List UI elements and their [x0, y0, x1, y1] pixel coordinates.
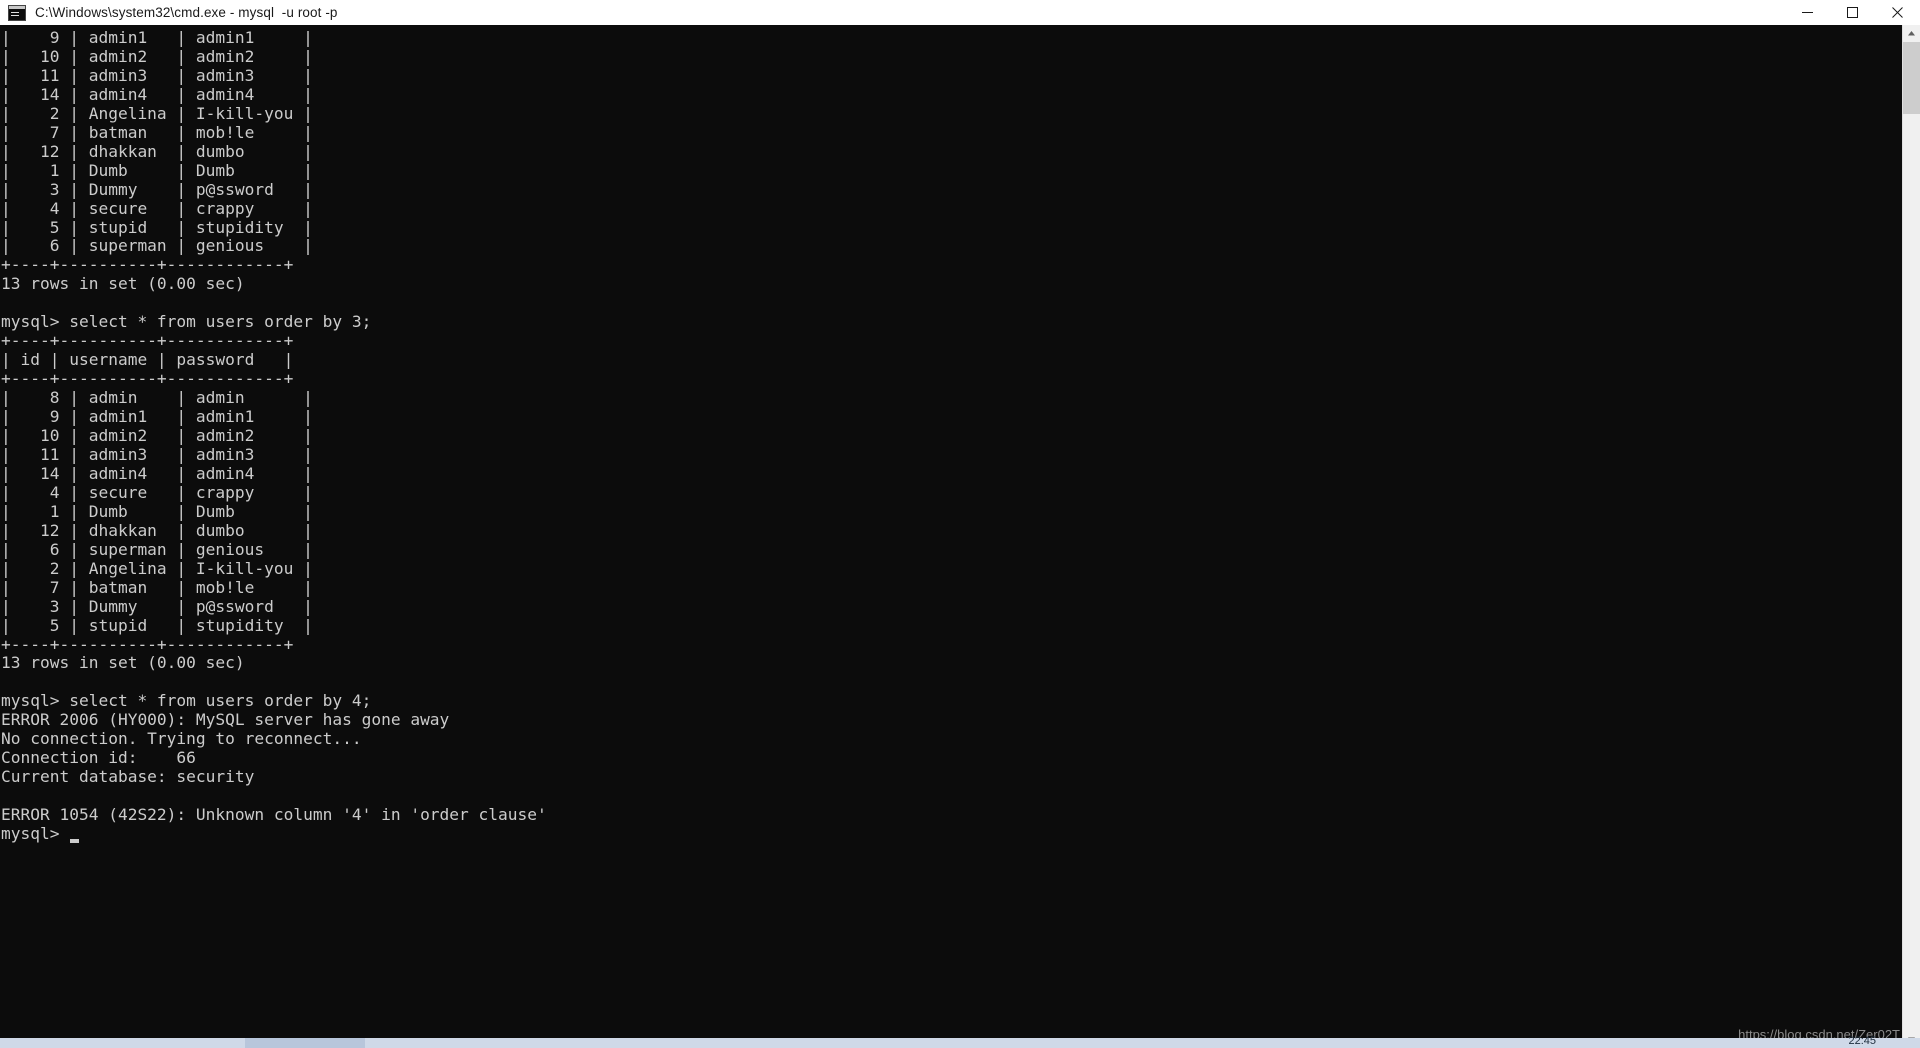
text-cursor — [70, 838, 80, 843]
scrollbar-thumb[interactable] — [1903, 42, 1920, 114]
cmd-icon — [8, 4, 26, 21]
cmd-window: C:\Windows\system32\cmd.exe - mysql -u r… — [0, 0, 1920, 1048]
window-titlebar[interactable]: C:\Windows\system32\cmd.exe - mysql -u r… — [0, 0, 1920, 25]
terminal-area: | 9 | admin1 | admin1 | | 10 | admin2 | … — [0, 25, 1920, 1048]
maximize-button[interactable] — [1830, 0, 1875, 25]
vertical-scrollbar[interactable] — [1902, 25, 1920, 1048]
chevron-up-icon[interactable] — [1903, 25, 1920, 42]
close-button[interactable] — [1875, 0, 1920, 25]
window-title: C:\Windows\system32\cmd.exe - mysql -u r… — [35, 5, 338, 20]
taskbar[interactable]: 22:45 — [0, 1035, 1920, 1048]
scrollbar-track[interactable] — [1903, 42, 1920, 1031]
window-controls — [1785, 0, 1920, 25]
console-output: | 9 | admin1 | admin1 | | 10 | admin2 | … — [1, 28, 547, 844]
console-output-region[interactable]: | 9 | admin1 | admin1 | | 10 | admin2 | … — [0, 25, 1902, 1048]
minimize-button[interactable] — [1785, 0, 1830, 25]
taskbar-clock[interactable]: 22:45 — [1848, 1035, 1876, 1047]
taskbar-item-cmd[interactable] — [245, 1038, 365, 1048]
